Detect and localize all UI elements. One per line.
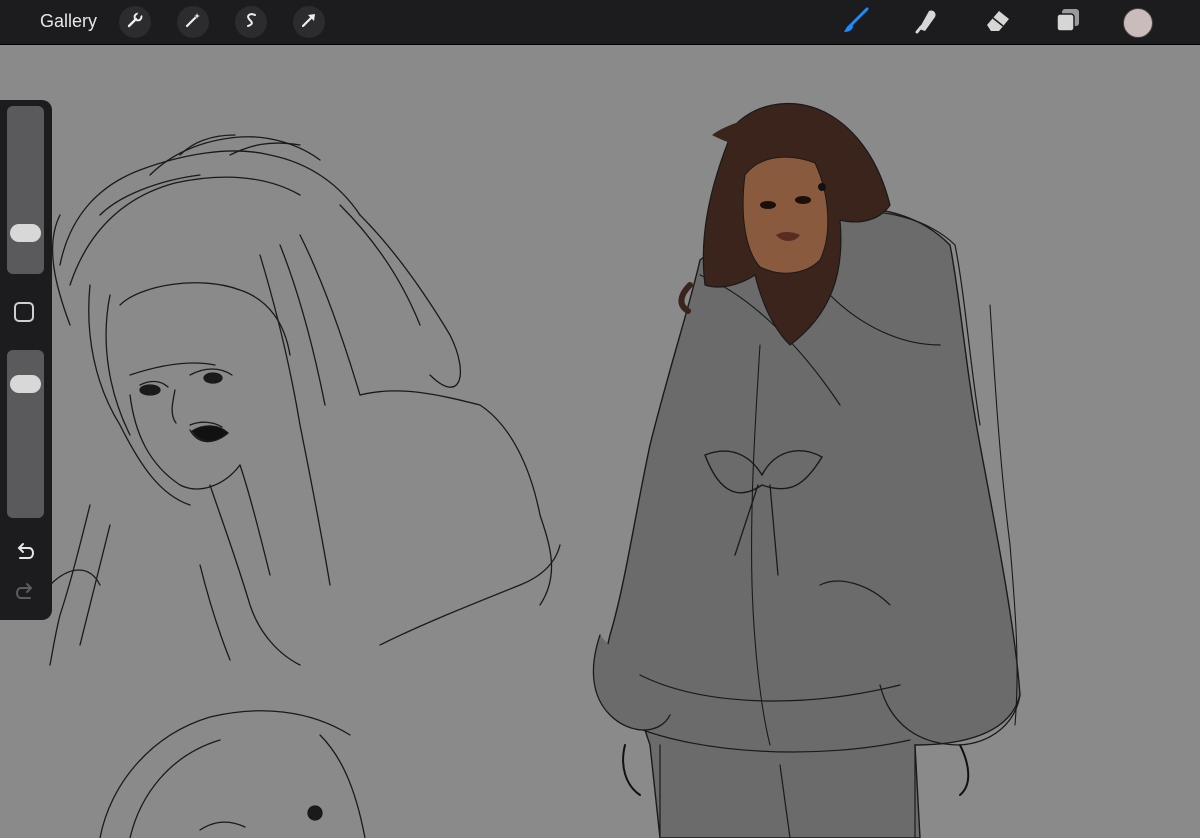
opacity-thumb[interactable] (10, 374, 41, 393)
smudge-tool-button[interactable] (910, 6, 942, 38)
redo-button[interactable] (12, 580, 38, 606)
transform-button[interactable] (293, 6, 325, 38)
top-toolbar: Gallery (0, 0, 1200, 45)
magic-wand-icon (184, 11, 202, 34)
arrow-cursor-icon (300, 11, 318, 34)
selection-s-icon (242, 11, 260, 34)
selection-button[interactable] (235, 6, 267, 38)
opacity-slider[interactable] (7, 350, 44, 518)
paint-tool-button[interactable] (840, 6, 872, 38)
sketch-bottom-head (99, 710, 366, 838)
drawing-canvas[interactable] (0, 45, 1200, 838)
smudge-icon (911, 5, 941, 40)
wrench-icon (126, 10, 144, 34)
brush-size-slider[interactable] (7, 106, 44, 274)
layers-button[interactable] (1052, 6, 1084, 38)
layers-icon (1053, 5, 1083, 40)
erase-tool-button[interactable] (982, 6, 1014, 38)
gallery-button[interactable]: Gallery (40, 11, 97, 32)
eraser-icon (983, 5, 1013, 40)
brush-size-thumb[interactable] (10, 224, 41, 243)
square-modify-icon[interactable] (14, 302, 34, 322)
color-picker-button[interactable] (1123, 8, 1153, 38)
sketch-left-portrait (49, 134, 561, 666)
adjustments-button[interactable] (177, 6, 209, 38)
artwork (49, 102, 1021, 838)
redo-icon (14, 580, 36, 607)
actions-button[interactable] (119, 6, 151, 38)
undo-button[interactable] (12, 540, 38, 566)
undo-icon (14, 540, 36, 567)
side-toolbar (0, 100, 52, 620)
brush-icon (841, 5, 871, 40)
